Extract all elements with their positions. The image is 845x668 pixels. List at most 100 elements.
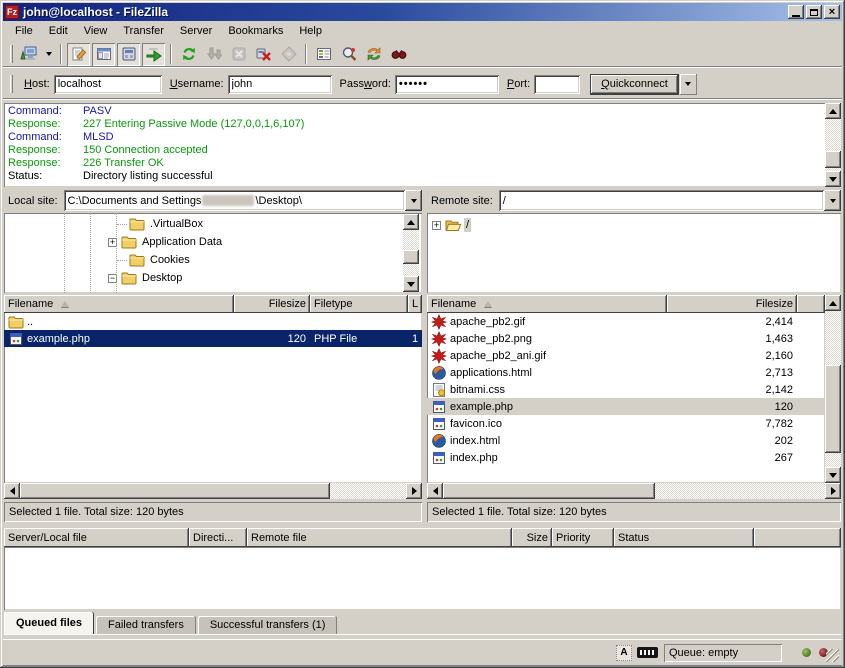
- site-manager-icon: [20, 46, 38, 62]
- remote-site-row: Remote site: /: [427, 190, 841, 211]
- toggle-transfer-queue-button[interactable]: [142, 43, 165, 66]
- menubar: File Edit View Transfer Server Bookmarks…: [3, 21, 842, 41]
- file-row-example-php[interactable]: example.php 120 PHP File 1: [4, 330, 422, 347]
- local-site-path-field[interactable]: C:\Documents and Settings\Desktop\: [64, 190, 405, 211]
- column-last-modified[interactable]: L: [408, 295, 422, 313]
- menu-bookmarks[interactable]: Bookmarks: [220, 23, 291, 39]
- local-tree-scrollbar[interactable]: [403, 214, 419, 292]
- tree-item-virtualbox[interactable]: .VirtualBox: [4, 215, 422, 233]
- column-filetype[interactable]: Filetype: [310, 295, 408, 313]
- scroll-up-button[interactable]: [825, 103, 841, 119]
- scroll-up-button[interactable]: [403, 214, 419, 230]
- toggle-remote-tree-button[interactable]: [117, 43, 140, 66]
- scroll-down-button[interactable]: [825, 467, 841, 483]
- remote-list-hscrollbar[interactable]: [427, 483, 841, 499]
- column-filename[interactable]: Filename: [427, 295, 667, 313]
- tree-item-application-data[interactable]: + Application Data: [4, 233, 422, 251]
- tree-item-desktop[interactable]: − Desktop: [4, 269, 422, 287]
- scrollbar-thumb[interactable]: [825, 365, 841, 453]
- column-status[interactable]: Status: [614, 528, 754, 547]
- site-manager-button[interactable]: [17, 43, 40, 66]
- scroll-left-button[interactable]: [4, 483, 20, 499]
- log-scrollbar[interactable]: [825, 103, 841, 187]
- find-files-icon: [391, 46, 407, 62]
- scroll-down-button[interactable]: [403, 276, 419, 292]
- resize-grip[interactable]: [826, 649, 839, 662]
- remote-site-dropdown-button[interactable]: [824, 190, 841, 211]
- local-list-hscrollbar[interactable]: [4, 483, 422, 499]
- directory-comparison-button[interactable]: [337, 43, 360, 66]
- log-label: Response:: [8, 157, 83, 170]
- toolbar-grip[interactable]: [10, 45, 13, 63]
- file-row[interactable]: apache_pb2.gif 2,414: [427, 313, 825, 330]
- column-remote-file[interactable]: Remote file: [247, 528, 512, 547]
- site-manager-dropdown-button[interactable]: [42, 43, 55, 66]
- scroll-up-button[interactable]: [825, 295, 841, 311]
- scrollbar-thumb[interactable]: [20, 483, 330, 499]
- tab-failed-transfers[interactable]: Failed transfers: [96, 616, 196, 634]
- file-row[interactable]: applications.html 2,713: [427, 364, 825, 381]
- username-input[interactable]: [228, 75, 332, 94]
- column-filesize[interactable]: Filesize: [234, 295, 310, 313]
- tree-item-cookies[interactable]: Cookies: [4, 251, 422, 269]
- column-priority[interactable]: Priority: [552, 528, 614, 547]
- log-label: Response:: [8, 144, 83, 157]
- window-title: john@localhost - FileZilla: [23, 5, 786, 19]
- port-input[interactable]: [534, 75, 580, 94]
- tab-queued-files[interactable]: Queued files: [4, 612, 94, 634]
- toggle-message-log-button[interactable]: [67, 43, 90, 66]
- remote-list-scrollbar[interactable]: [825, 295, 841, 483]
- file-row[interactable]: apache_pb2_ani.gif 2,160: [427, 347, 825, 364]
- menu-transfer[interactable]: Transfer: [115, 23, 172, 39]
- column-server-local-file[interactable]: Server/Local file: [4, 528, 189, 547]
- reconnect-button[interactable]: [277, 43, 300, 66]
- scrollbar-thumb[interactable]: [825, 151, 841, 168]
- file-row[interactable]: favicon.ico 7,782: [427, 415, 825, 432]
- cancel-button[interactable]: [227, 43, 250, 66]
- file-row-example-php[interactable]: example.php 120: [427, 398, 825, 415]
- remote-site-path-field[interactable]: /: [499, 190, 824, 211]
- file-row-parent-dir[interactable]: ..: [4, 313, 422, 330]
- scroll-right-button[interactable]: [406, 483, 422, 499]
- menu-edit[interactable]: Edit: [41, 23, 76, 39]
- menu-view[interactable]: View: [76, 23, 116, 39]
- column-size[interactable]: Size: [512, 528, 552, 547]
- quickconnect-button[interactable]: Quickconnect: [590, 74, 679, 95]
- scrollbar-thumb[interactable]: [403, 250, 419, 264]
- synchronized-browsing-button[interactable]: [362, 43, 385, 66]
- file-row[interactable]: index.php 267: [427, 449, 825, 466]
- tab-successful-transfers[interactable]: Successful transfers (1): [198, 616, 338, 634]
- process-queue-button[interactable]: [202, 43, 225, 66]
- column-filename[interactable]: Filename: [4, 295, 234, 313]
- tree-item-root[interactable]: + /: [427, 216, 841, 234]
- password-input[interactable]: [395, 75, 499, 94]
- close-button[interactable]: ×: [824, 5, 840, 19]
- quickconnect-dropdown-button[interactable]: [680, 74, 697, 95]
- minimize-button[interactable]: [788, 5, 804, 19]
- find-files-button[interactable]: [387, 43, 410, 66]
- filter-button[interactable]: [312, 43, 335, 66]
- transfer-queue-list[interactable]: [4, 547, 841, 610]
- log-label: Command:: [8, 105, 83, 118]
- menu-file[interactable]: File: [7, 23, 41, 39]
- file-row[interactable]: bitnami.css 2,142: [427, 381, 825, 398]
- column-direction[interactable]: Directi...: [189, 528, 247, 547]
- local-site-dropdown-button[interactable]: [405, 190, 422, 211]
- scroll-right-button[interactable]: [825, 483, 841, 499]
- maximize-button[interactable]: [806, 5, 822, 19]
- menu-server[interactable]: Server: [172, 23, 220, 39]
- expand-icon[interactable]: +: [432, 221, 441, 230]
- file-row[interactable]: apache_pb2.png 1,463: [427, 330, 825, 347]
- column-filesize[interactable]: Filesize: [667, 295, 797, 313]
- quickconnect-grip[interactable]: [10, 75, 13, 93]
- folder-icon: [121, 270, 137, 286]
- toggle-local-tree-button[interactable]: [92, 43, 115, 66]
- file-row[interactable]: index.html 202: [427, 432, 825, 449]
- scroll-left-button[interactable]: [427, 483, 443, 499]
- disconnect-button[interactable]: [252, 43, 275, 66]
- refresh-button[interactable]: [177, 43, 200, 66]
- host-input[interactable]: [54, 75, 162, 94]
- scrollbar-thumb[interactable]: [443, 483, 655, 499]
- scroll-down-button[interactable]: [825, 171, 841, 187]
- menu-help[interactable]: Help: [291, 23, 330, 39]
